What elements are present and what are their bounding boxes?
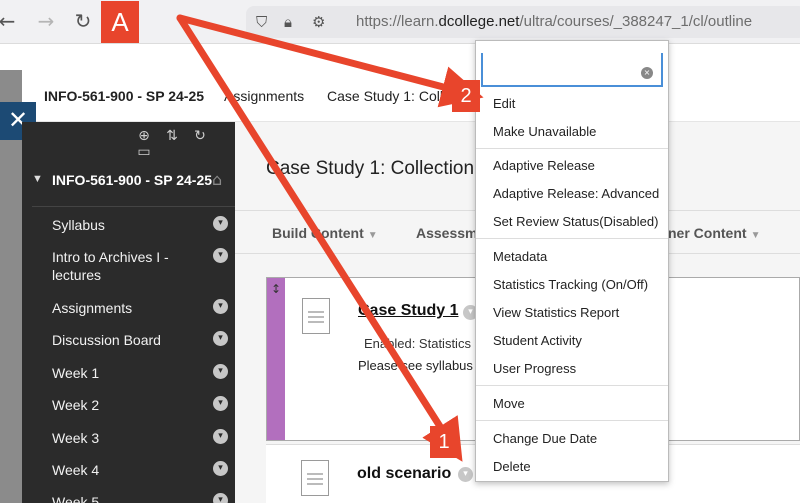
selected-item-bar: ↕ bbox=[267, 278, 285, 440]
browser-toolbar: ← → ↻ A ⛉ 🔒︎ ⚙ https://learn.dcollege.ne… bbox=[0, 0, 800, 44]
collapse-triangle-icon[interactable]: ▼ bbox=[32, 173, 43, 185]
menu-item-adaptive-release[interactable]: Adaptive Release bbox=[493, 158, 595, 173]
back-arrow-icon[interactable]: ← bbox=[0, 6, 22, 36]
clear-icon[interactable]: × bbox=[641, 67, 653, 79]
course-sidebar: ⊕ ⇅ ↻ ▭ ▼ INFO-561-900 - SP 24-25 ⌂ Syllabu… bbox=[22, 122, 235, 503]
chevron-down-icon[interactable]: ▾ bbox=[213, 396, 228, 411]
menu-item-adaptive-release-advanced[interactable]: Adaptive Release: Advanced bbox=[493, 186, 659, 201]
menu-item-set-review-status[interactable]: Set Review Status(Disabled) bbox=[493, 214, 658, 229]
sidebar-item-label: Week 3 bbox=[52, 430, 100, 446]
sidebar-tools: ⊕ ⇅ ↻ ▭ bbox=[130, 128, 235, 160]
tab-assignments[interactable]: Assignments bbox=[224, 70, 304, 122]
menu-item-edit[interactable]: Edit bbox=[493, 96, 515, 111]
add-icon[interactable]: ⊕ bbox=[130, 128, 158, 144]
chevron-down-icon[interactable]: ▾ bbox=[213, 364, 228, 379]
sidebar-item-label: Syllabus bbox=[52, 217, 105, 233]
menu-item-student-activity[interactable]: Student Activity bbox=[493, 333, 582, 348]
sidebar-course-label: INFO-561-900 - SP 24-25 bbox=[52, 172, 213, 188]
url-text[interactable]: https://learn.dcollege.net/ultra/courses… bbox=[356, 6, 752, 38]
menu-item-move[interactable]: Move bbox=[493, 396, 525, 411]
chevron-down-icon[interactable]: ▾ bbox=[458, 467, 473, 482]
menu-search-field[interactable]: × bbox=[481, 53, 663, 87]
chevron-down-icon[interactable]: ▾ bbox=[213, 248, 228, 263]
menu-separator bbox=[476, 385, 668, 386]
sidebar-item-label: Assignments bbox=[52, 300, 133, 316]
menu-separator bbox=[476, 238, 668, 239]
partner-content-button[interactable]: ner Content ▼ bbox=[668, 211, 760, 255]
menu-item-statistics-tracking[interactable]: Statistics Tracking (On/Off) bbox=[493, 277, 648, 292]
item-description: Please see syllabus bbox=[358, 358, 473, 373]
chevron-down-icon[interactable]: ▾ bbox=[213, 493, 228, 503]
menu-item-view-statistics[interactable]: View Statistics Report bbox=[493, 305, 619, 320]
sidebar-item-label: Intro to Archives I - lectures bbox=[52, 249, 169, 283]
shield-icon[interactable]: ⛉ bbox=[256, 6, 267, 38]
item-title[interactable]: old scenario bbox=[357, 465, 451, 483]
menu-separator bbox=[476, 420, 668, 421]
chevron-down-icon[interactable]: ▾ bbox=[213, 429, 228, 444]
folder-icon[interactable]: ▭ bbox=[130, 144, 158, 160]
tab-course[interactable]: INFO-561-900 - SP 24-25 bbox=[44, 70, 204, 122]
chevron-down-icon: ▼ bbox=[367, 230, 378, 241]
tab-case-study[interactable]: Case Study 1: Collec bbox=[327, 70, 458, 122]
annotation-badge-1: 1 bbox=[430, 426, 458, 458]
document-icon bbox=[302, 298, 330, 334]
chevron-down-icon: ▼ bbox=[750, 230, 761, 241]
sidebar-divider bbox=[32, 206, 235, 207]
chevron-down-icon[interactable]: ▾ bbox=[213, 216, 228, 231]
annotation-badge-a: A bbox=[101, 1, 139, 43]
sidebar-course-heading[interactable]: ▼ INFO-561-900 - SP 24-25 ⌂ bbox=[22, 166, 235, 196]
permissions-icon[interactable]: ⚙ bbox=[312, 6, 325, 38]
menu-item-delete[interactable]: Delete bbox=[493, 459, 531, 474]
menu-item-metadata[interactable]: Metadata bbox=[493, 249, 547, 264]
document-icon bbox=[301, 460, 329, 496]
chevron-down-icon[interactable]: ▾ bbox=[213, 299, 228, 314]
build-content-button[interactable]: Build Content ▼ bbox=[272, 211, 378, 255]
forward-arrow-icon[interactable]: → bbox=[31, 6, 61, 36]
lock-icon[interactable]: 🔒︎ bbox=[284, 6, 292, 38]
item-status-text: Enabled: Statistics bbox=[364, 336, 471, 351]
chevron-down-icon[interactable]: ▾ bbox=[213, 461, 228, 476]
sidebar-item-label: Discussion Board bbox=[52, 332, 161, 348]
menu-separator bbox=[476, 148, 668, 149]
menu-item-make-unavailable[interactable]: Make Unavailable bbox=[493, 124, 596, 139]
item-options-menu: × Edit Make Unavailable Adaptive Release… bbox=[475, 40, 669, 482]
reload-icon[interactable]: ↻ bbox=[68, 6, 98, 36]
sort-icon[interactable]: ⇅ bbox=[158, 128, 186, 144]
sidebar-item-label: Week 4 bbox=[52, 462, 100, 478]
annotation-badge-2: 2 bbox=[452, 80, 480, 112]
sidebar-item-label: Week 1 bbox=[52, 365, 100, 381]
course-header: INFO-561-900 - SP 24-25 Assignments Case… bbox=[22, 70, 800, 122]
home-icon[interactable]: ⌂ bbox=[212, 170, 222, 189]
menu-item-user-progress[interactable]: User Progress bbox=[493, 361, 576, 376]
refresh-icon[interactable]: ↻ bbox=[186, 128, 214, 144]
chevron-down-icon[interactable]: ▾ bbox=[213, 331, 228, 346]
menu-item-change-due-date[interactable]: Change Due Date bbox=[493, 431, 597, 446]
item-title-link[interactable]: Case Study 1 bbox=[358, 302, 458, 320]
page-title: Case Study 1: Collection bbox=[266, 158, 475, 179]
drag-handle-icon[interactable]: ↕ bbox=[271, 282, 281, 296]
sidebar-item-label: Week 5 bbox=[52, 494, 100, 503]
sidebar-item-label: Week 2 bbox=[52, 397, 100, 413]
address-bar[interactable]: ⛉ 🔒︎ ⚙ https://learn.dcollege.net/ultra/… bbox=[246, 6, 800, 38]
